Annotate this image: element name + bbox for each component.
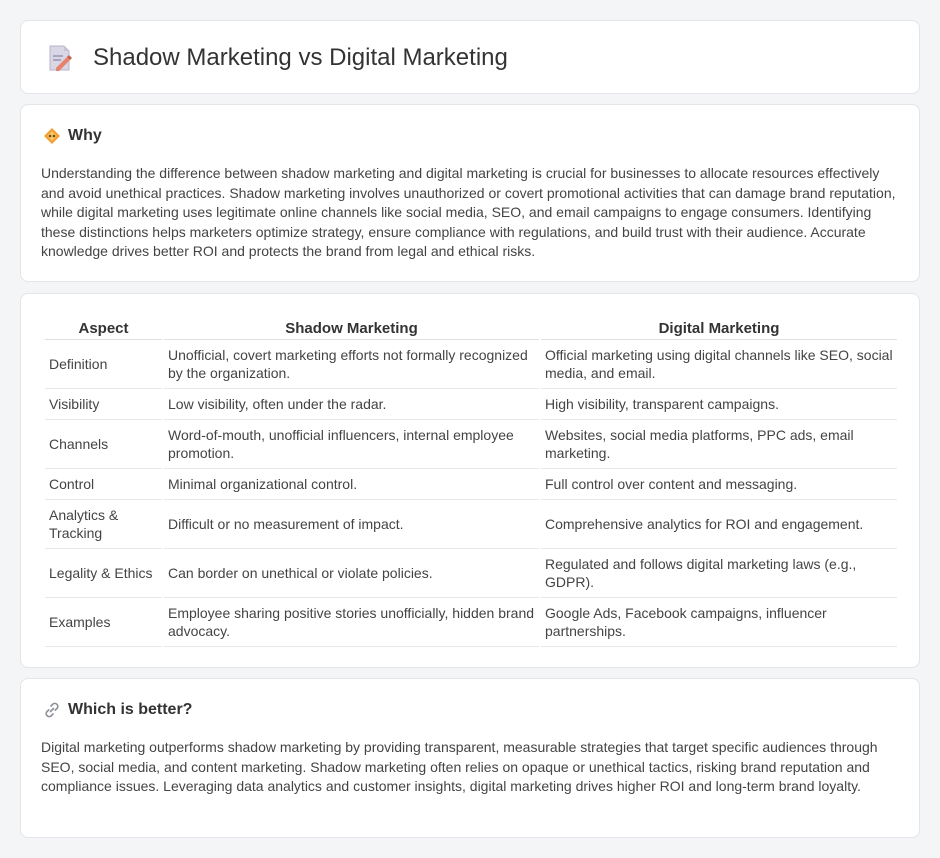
digital-marketing-cell: Regulated and follows digital marketing …	[541, 549, 897, 598]
aspect-cell: Analytics & Tracking	[45, 500, 162, 549]
column-header-aspect: Aspect	[45, 316, 162, 340]
shadow-marketing-cell: Low visibility, often under the radar.	[164, 389, 539, 420]
better-heading: Which is better?	[43, 701, 192, 719]
table-header-row: Aspect Shadow Marketing Digital Marketin…	[45, 316, 897, 340]
digital-marketing-cell: Comprehensive analytics for ROI and enga…	[541, 500, 897, 549]
column-header-digital-marketing: Digital Marketing	[541, 316, 897, 340]
table-row: Analytics & Tracking Difficult or no mea…	[45, 500, 897, 549]
table-row: Channels Word-of-mouth, unofficial influ…	[45, 420, 897, 469]
document-pencil-icon	[49, 45, 72, 71]
better-body: Digital marketing outperforms shadow mar…	[41, 739, 878, 795]
shadow-marketing-cell: Difficult or no measurement of impact.	[164, 500, 539, 549]
shadow-marketing-cell: Minimal organizational control.	[164, 469, 539, 500]
why-heading: Why	[43, 127, 102, 145]
aspect-cell: Examples	[45, 598, 162, 647]
aspect-cell: Legality & Ethics	[45, 549, 162, 598]
table-row: Control Minimal organizational control. …	[45, 469, 897, 500]
table-row: Legality & Ethics Can border on unethica…	[45, 549, 897, 598]
page-title: Shadow Marketing vs Digital Marketing	[93, 44, 508, 71]
title-row: Shadow Marketing vs Digital Marketing	[47, 43, 508, 73]
shadow-marketing-cell: Unofficial, covert marketing efforts not…	[164, 340, 539, 389]
digital-marketing-cell: Websites, social media platforms, PPC ad…	[541, 420, 897, 469]
digital-marketing-cell: Google Ads, Facebook campaigns, influenc…	[541, 598, 897, 647]
header-card: Shadow Marketing vs Digital Marketing	[20, 20, 920, 94]
digital-marketing-cell: Full control over content and messaging.	[541, 469, 897, 500]
aspect-cell: Visibility	[45, 389, 162, 420]
table-row: Definition Unofficial, covert marketing …	[45, 340, 897, 389]
digital-marketing-cell: Official marketing using digital channel…	[541, 340, 897, 389]
which-is-better-section: Which is better? Digital marketing outpe…	[20, 678, 920, 838]
comparison-table-card: Aspect Shadow Marketing Digital Marketin…	[20, 293, 920, 668]
better-title: Which is better?	[68, 701, 193, 718]
column-header-shadow-marketing: Shadow Marketing	[164, 316, 539, 340]
why-body: Understanding the difference between sha…	[41, 165, 896, 260]
why-section: Why Understanding the difference between…	[20, 104, 920, 282]
aspect-cell: Definition	[45, 340, 162, 389]
link-icon	[45, 702, 59, 718]
table-row: Examples Employee sharing positive stori…	[45, 598, 897, 647]
aspect-cell: Control	[45, 469, 162, 500]
aspect-cell: Channels	[45, 420, 162, 469]
diamond-icon	[44, 128, 60, 144]
comparison-table: Aspect Shadow Marketing Digital Marketin…	[43, 316, 899, 647]
table-row: Visibility Low visibility, often under t…	[45, 389, 897, 420]
shadow-marketing-cell: Word-of-mouth, unofficial influencers, i…	[164, 420, 539, 469]
shadow-marketing-cell: Can border on unethical or violate polic…	[164, 549, 539, 598]
shadow-marketing-cell: Employee sharing positive stories unoffi…	[164, 598, 539, 647]
why-title: Why	[68, 127, 102, 144]
digital-marketing-cell: High visibility, transparent campaigns.	[541, 389, 897, 420]
